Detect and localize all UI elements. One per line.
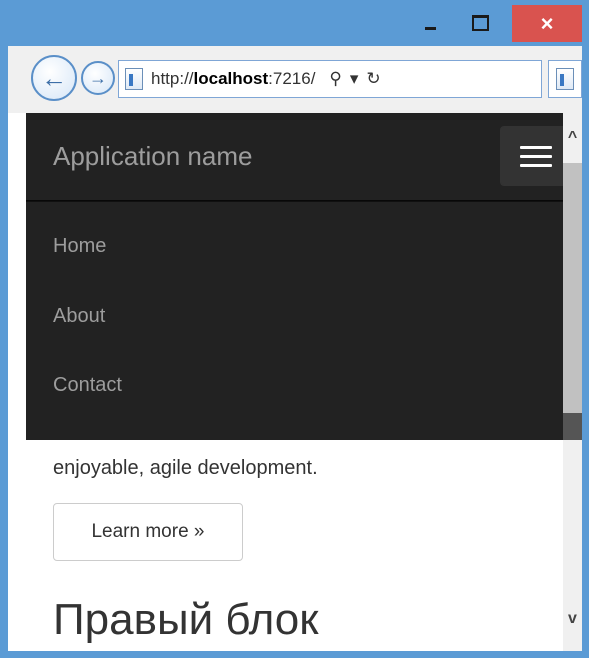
navbar-collapse-menu: Home About Contact (26, 201, 563, 440)
navbar-brand[interactable]: Application name (53, 141, 252, 172)
navbar: Application name (26, 113, 572, 201)
vertical-scrollbar[interactable]: ^ v (563, 113, 582, 651)
scroll-up-icon[interactable]: ^ (563, 113, 582, 163)
learn-more-button[interactable]: Learn more » (53, 503, 243, 561)
close-icon: × (540, 10, 554, 36)
scroll-thumb[interactable] (563, 163, 582, 413)
nav-item-contact[interactable]: Contact (53, 374, 122, 397)
paragraph-text: enjoyable, agile development. (53, 457, 318, 479)
address-toolbar: ← → http://localhost:7216/ ⚲ ▾ ↻ (8, 46, 582, 113)
browser-window: × ← → http://localhost:7216/ ⚲ ▾ ↻ enjoy… (0, 0, 589, 658)
maximize-button[interactable] (458, 8, 502, 38)
url-text: http://localhost:7216/ (151, 69, 316, 88)
arrow-left-icon: ← (41, 62, 67, 93)
dropdown-icon[interactable]: ▾ (350, 69, 359, 89)
page-icon (556, 68, 574, 90)
scroll-track (563, 413, 582, 440)
close-button[interactable]: × (512, 5, 582, 42)
minimize-button[interactable] (410, 8, 450, 38)
forward-button[interactable]: → (81, 61, 115, 95)
title-bar: × (0, 0, 589, 46)
search-icon[interactable]: ⚲ (329, 69, 341, 89)
page-viewport: enjoyable, agile development. Learn more… (8, 113, 582, 651)
page-icon (125, 68, 143, 90)
new-tab-page-icon[interactable] (548, 60, 582, 98)
back-button[interactable]: ← (31, 55, 77, 101)
hamburger-icon (520, 145, 552, 149)
nav-item-about[interactable]: About (53, 305, 105, 328)
refresh-icon[interactable]: ↻ (366, 69, 380, 89)
scroll-down-icon[interactable]: v (563, 599, 582, 639)
nav-item-home[interactable]: Home (53, 235, 106, 258)
main-content: enjoyable, agile development. Learn more… (53, 455, 543, 644)
navbar-toggle-button[interactable] (500, 126, 572, 186)
section-heading: Правый блок (53, 595, 319, 644)
arrow-right-icon: → (89, 67, 107, 88)
address-bar[interactable]: http://localhost:7216/ ⚲ ▾ ↻ (118, 60, 542, 98)
